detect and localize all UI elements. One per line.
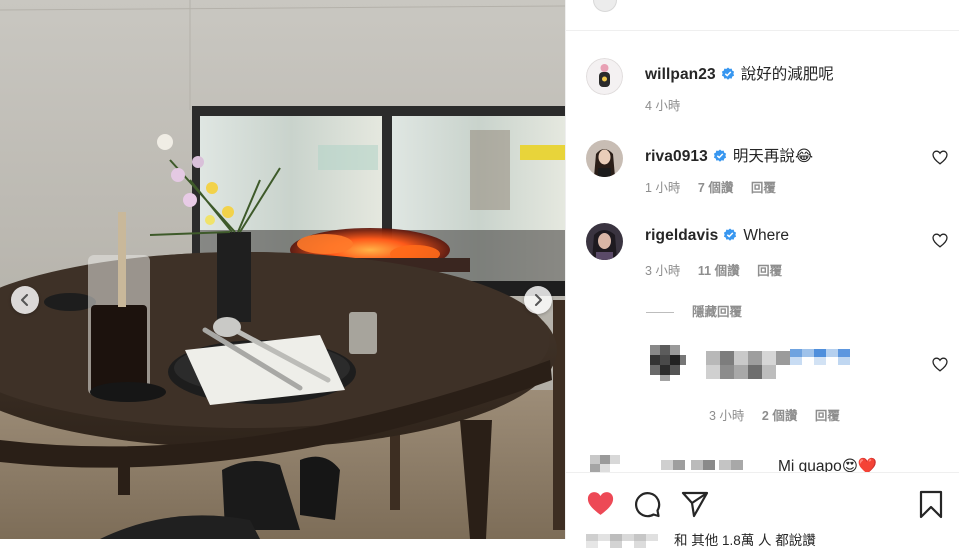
previous-photo-button[interactable] xyxy=(11,286,39,314)
comment-text: Where xyxy=(743,227,790,244)
comment-text: 明天再說😂 xyxy=(732,148,813,165)
comment-meta: 3 小時 11 個讚 回覆 xyxy=(645,260,796,279)
avatar[interactable] xyxy=(586,140,623,177)
comment-username[interactable]: willpan23 xyxy=(645,66,716,83)
comment-meta: 3 小時 2 個讚 回覆 xyxy=(709,405,854,424)
next-photo-button[interactable] xyxy=(524,286,552,314)
comment-meta: 4 小時 xyxy=(645,95,694,114)
likes-summary[interactable]: 和 其他 1.8萬 人 都說讚 xyxy=(586,529,816,549)
comment-username[interactable]: rigeldavis xyxy=(645,227,718,244)
reply-button[interactable]: 回覆 xyxy=(751,181,776,195)
comment-username[interactable]: riva0913 xyxy=(645,148,708,165)
bookmark-icon[interactable] xyxy=(919,490,943,519)
avatar-riva0913 xyxy=(586,140,623,177)
post-header xyxy=(566,0,959,31)
divider xyxy=(646,312,674,314)
verified-badge-icon xyxy=(713,149,726,162)
comments-panel: willpan23 說好的減肥呢 4 小時 riva0913 明天再說😂 1 小時 … xyxy=(565,0,959,548)
reply-button[interactable]: 回覆 xyxy=(757,264,782,278)
comment-likes[interactable]: 11 個讚 xyxy=(698,264,740,278)
heart-filled-icon[interactable] xyxy=(586,490,615,517)
hide-replies-label: 隱藏回覆 xyxy=(692,305,743,319)
heart-outline-icon[interactable] xyxy=(932,233,948,248)
comment-text: 說好的減肥呢 xyxy=(740,66,834,83)
comment-time[interactable]: 4 小時 xyxy=(645,99,680,113)
share-icon[interactable] xyxy=(681,490,709,518)
pixelated-username xyxy=(590,455,743,472)
heart-outline-icon[interactable] xyxy=(932,150,948,165)
chevron-right-icon xyxy=(535,294,542,306)
reply-button[interactable]: 回覆 xyxy=(815,409,840,423)
pixelated-username xyxy=(586,534,658,548)
comment-likes[interactable]: 2 個讚 xyxy=(762,409,797,423)
pixelated-avatar xyxy=(650,345,686,381)
chevron-left-icon xyxy=(21,294,28,306)
avatar-willpan23 xyxy=(586,58,623,95)
avatar[interactable] xyxy=(586,223,623,260)
verified-badge-icon xyxy=(724,228,737,241)
comment-time[interactable]: 3 小時 xyxy=(645,264,680,278)
comment-likes[interactable]: 7 個讚 xyxy=(698,181,733,195)
cafe-table-photo xyxy=(0,0,565,539)
comment-time[interactable]: 1 小時 xyxy=(645,181,680,195)
avatar[interactable] xyxy=(586,58,623,95)
comment-meta: 1 小時 7 個讚 回覆 xyxy=(645,177,790,196)
action-bar: 和 其他 1.8萬 人 都說讚 xyxy=(566,472,959,548)
pixelated-username xyxy=(706,349,850,379)
comment-time[interactable]: 3 小時 xyxy=(709,409,744,423)
avatar[interactable] xyxy=(593,0,617,12)
heart-outline-icon[interactable] xyxy=(932,357,948,372)
verified-badge-icon xyxy=(721,67,734,80)
likes-text: 和 其他 1.8萬 人 都說讚 xyxy=(674,533,816,548)
avatar-rigeldavis xyxy=(586,223,623,260)
post-photo xyxy=(0,0,565,539)
hide-replies-toggle[interactable]: 隱藏回覆 xyxy=(646,301,742,320)
comment-icon[interactable] xyxy=(633,490,661,518)
